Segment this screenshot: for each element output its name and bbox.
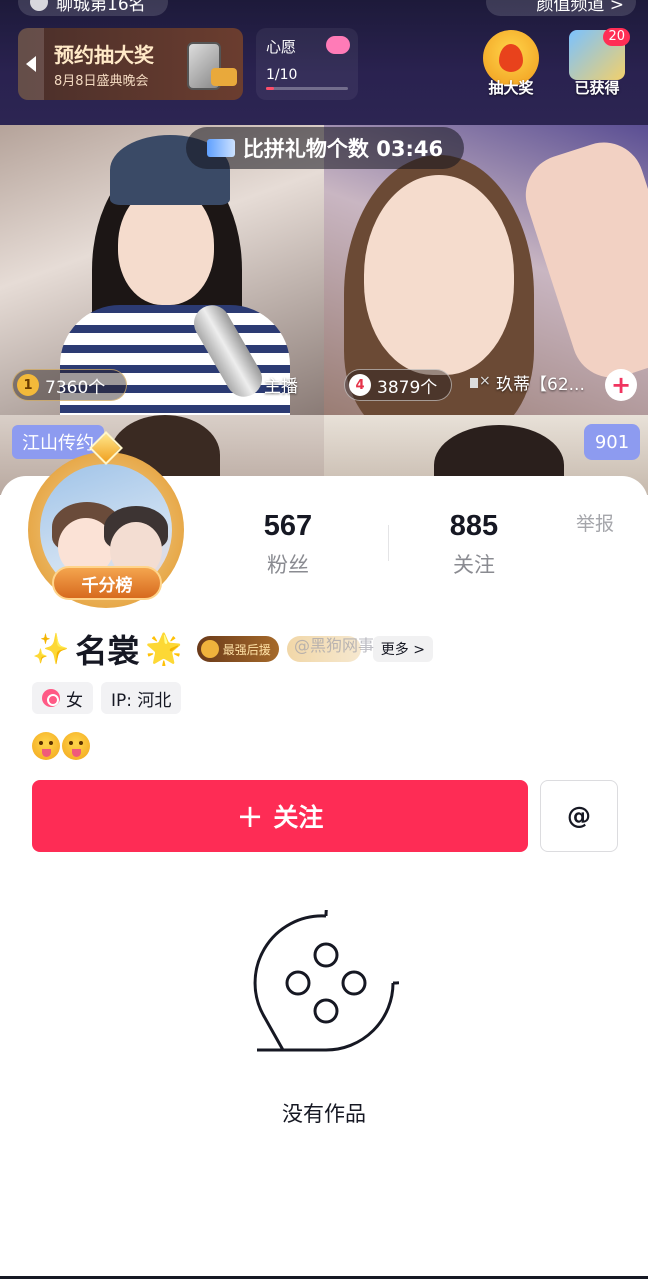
followers-stat[interactable]: 567 粉丝 xyxy=(218,510,358,579)
battle-timer-pill: 比拼礼物个数 03:46 xyxy=(186,127,464,169)
live-top-bar: 聊城第16名 颜值频道 > 预约抽大奖 8月8日盛典晚会 心愿 1/10 抽大奖… xyxy=(0,0,648,125)
host-gift-count[interactable]: 1 7360个 xyxy=(12,369,127,401)
lucky-draw-label: 抽大奖 xyxy=(488,79,534,97)
profile-info-tags: 女 IP: 河北 xyxy=(32,682,182,714)
guest-score-tag: 901 xyxy=(584,424,640,460)
followers-label: 粉丝 xyxy=(267,553,309,577)
mention-button[interactable]: @ xyxy=(540,780,618,852)
muted-speaker-icon xyxy=(468,373,491,393)
gender-label: 女 xyxy=(66,690,83,711)
lottery-promo-banner[interactable]: 预约抽大奖 8月8日盛典晚会 xyxy=(18,28,243,100)
channel-label: 颜值频道 > xyxy=(536,0,624,15)
peer-name-label[interactable]: 玖蒂【62... xyxy=(468,370,585,395)
following-stat[interactable]: 885 关注 xyxy=(404,510,544,579)
peer-gift-count-value: 3879个 xyxy=(377,377,438,398)
sparkles-emoji: ✨ xyxy=(32,631,70,667)
host-rank-badge: 1 xyxy=(17,374,39,396)
obtained-count-badge: 20 xyxy=(603,28,630,46)
star-emoji: 🌟 xyxy=(145,631,183,667)
location-icon xyxy=(30,0,48,11)
obtained-button[interactable]: 20 已获得 xyxy=(562,28,632,100)
film-reel-icon xyxy=(253,910,399,1052)
wish-progress-bar xyxy=(266,87,348,90)
female-icon xyxy=(42,689,60,707)
watermark: @黑狗网事 xyxy=(294,636,375,655)
following-count: 885 xyxy=(449,510,499,542)
lucky-draw-button[interactable]: 抽大奖 xyxy=(476,30,546,100)
raised-hand xyxy=(515,132,648,388)
follow-button-label: 关注 xyxy=(273,803,324,832)
obtained-label: 已获得 xyxy=(574,79,620,97)
gender-tag: 女 xyxy=(32,682,93,714)
stats-divider xyxy=(388,525,389,561)
tongue-emoji-icon xyxy=(32,732,60,760)
channel-pill[interactable]: 颜值频道 > xyxy=(486,0,636,16)
empty-works-text: 没有作品 xyxy=(282,1102,366,1126)
supporter-badge[interactable]: 最强后援 xyxy=(196,636,279,662)
more-badges-button[interactable]: 更多 > xyxy=(372,636,433,662)
wish-count: 1/10 xyxy=(266,67,298,83)
shield-icon xyxy=(200,640,219,658)
bio-emojis xyxy=(32,732,90,760)
wish-card[interactable]: 心愿 1/10 xyxy=(256,28,358,100)
peer-name: 玖蒂【62... xyxy=(496,375,585,395)
promo-subtitle: 8月8日盛典晚会 xyxy=(54,74,149,89)
battle-title: 比拼礼物个数 03:46 xyxy=(242,137,444,161)
ip-tag: IP: 河北 xyxy=(101,682,182,714)
city-rank-pill[interactable]: 聊城第16名 xyxy=(18,0,168,16)
plus-icon: + xyxy=(236,797,264,835)
avatar-rank-ribbon: 千分榜 xyxy=(52,566,162,600)
follow-button[interactable]: + 关注 xyxy=(32,780,528,852)
peer-rank-badge: 4 xyxy=(349,374,371,396)
city-rank-label: 聊城第16名 xyxy=(56,0,146,15)
peer-gift-count[interactable]: 4 3879个 xyxy=(344,369,452,401)
follow-peer-plus-button[interactable]: + xyxy=(605,369,637,401)
followers-count: 567 xyxy=(263,510,313,542)
tongue-emoji-icon xyxy=(62,732,90,760)
report-link[interactable]: 举报 xyxy=(576,509,614,536)
gold-bar-icon xyxy=(211,68,237,86)
supporter-badge-label: 最强后援 xyxy=(222,642,271,657)
following-label: 关注 xyxy=(453,553,495,577)
heart-gift-icon xyxy=(326,36,350,54)
host-role-label: 主播 xyxy=(264,377,298,397)
profile-name: 名裳 xyxy=(75,632,140,670)
promo-title: 预约抽大奖 xyxy=(54,43,154,67)
avatar[interactable]: 千分榜 xyxy=(18,431,194,610)
battle-icon xyxy=(206,139,235,157)
host-gift-count-value: 7360个 xyxy=(45,377,106,398)
collapse-arrow-icon[interactable] xyxy=(18,28,44,100)
